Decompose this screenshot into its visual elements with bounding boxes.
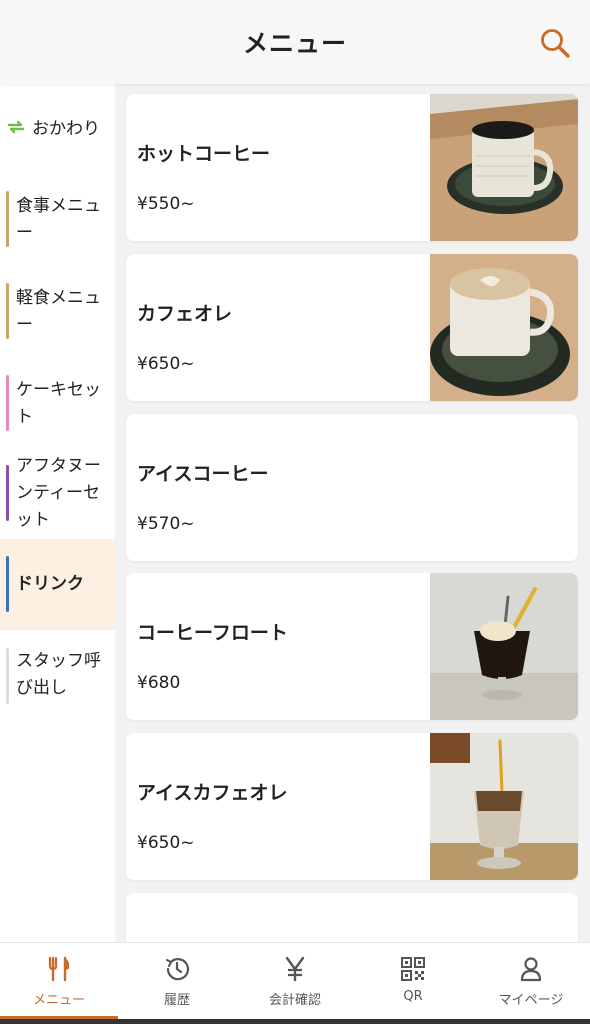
- item-name: カフェオレ: [137, 303, 233, 325]
- refill-label: おかわり: [32, 119, 100, 139]
- fork-knife-icon: [48, 956, 70, 982]
- tab-bill[interactable]: 会計確認: [236, 943, 354, 1024]
- item-name: アイスコーヒー: [137, 463, 269, 485]
- search-icon: [541, 29, 570, 58]
- menu-item-card[interactable]: アイスカフェオレ ¥650~: [126, 733, 578, 880]
- sidebar-item-label: ドリンク: [16, 574, 84, 594]
- item-name: アイスカフェオレ: [137, 782, 288, 804]
- item-price: ¥550~: [137, 194, 195, 214]
- sidebar-item-label: 食事メニュー: [16, 196, 101, 243]
- menu-item-card[interactable]: アイスコーヒー ¥570~: [126, 414, 578, 561]
- category-color-bar: [6, 648, 9, 704]
- sidebar-item-call-staff[interactable]: スタッフ呼び出し: [0, 630, 115, 722]
- menu-item-card[interactable]: [126, 893, 578, 942]
- category-color-bar: [6, 283, 9, 339]
- item-price: ¥570~: [137, 514, 195, 534]
- tab-label: 履歴: [163, 993, 190, 1008]
- person-icon: [520, 957, 542, 982]
- tab-menu[interactable]: メニュー: [0, 943, 118, 1024]
- refill-arrows-icon: [7, 120, 25, 133]
- sidebar-item-drinks[interactable]: ドリンク: [0, 539, 115, 630]
- search-button[interactable]: [538, 26, 572, 60]
- tab-label: QR: [403, 989, 423, 1004]
- category-color-bar: [6, 191, 9, 247]
- tab-label: 会計確認: [268, 993, 321, 1008]
- category-color-bar: [6, 465, 9, 521]
- menu-item-list: ホットコーヒー ¥550~ カフェオレ ¥650~ アイスコーヒー ¥570~ …: [115, 84, 590, 942]
- menu-item-card[interactable]: ホットコーヒー ¥550~: [126, 94, 578, 241]
- sidebar-item-label: ケーキセット: [16, 380, 101, 427]
- cafe-au-lait-photo: [430, 254, 578, 401]
- item-name: ホットコーヒー: [137, 143, 271, 165]
- item-price: ¥650~: [137, 833, 195, 853]
- sidebar-item-cake-set[interactable]: ケーキセット: [0, 359, 115, 451]
- history-icon: [166, 958, 190, 981]
- sidebar-item-label: アフタヌーンティーセット: [16, 456, 101, 530]
- category-sidebar: おかわり 食事メニュー 軽食メニュー ケーキセット アフタヌーンティーセット ド…: [0, 84, 115, 942]
- hot-coffee-photo: [430, 94, 578, 241]
- iced-cafe-au-lait-photo: [430, 733, 578, 880]
- qr-code-icon: [401, 957, 425, 981]
- tab-label: メニュー: [32, 993, 85, 1008]
- sidebar-item-afternoon-tea[interactable]: アフタヌーンティーセット: [0, 451, 115, 539]
- item-price: ¥680: [137, 673, 181, 693]
- page-title: メニュー: [242, 29, 347, 58]
- category-color-bar: [6, 375, 9, 431]
- yen-icon: [285, 956, 305, 981]
- sidebar-item-label: スタッフ呼び出し: [16, 651, 101, 698]
- refill-button[interactable]: おかわり: [6, 114, 100, 139]
- app-header: メニュー: [0, 0, 590, 84]
- item-name: コーヒーフロート: [137, 622, 288, 644]
- sidebar-item-label: 軽食メニュー: [16, 288, 101, 335]
- category-color-bar: [6, 556, 9, 612]
- tab-my-page[interactable]: マイページ: [472, 943, 590, 1024]
- menu-item-card[interactable]: カフェオレ ¥650~: [126, 254, 578, 401]
- menu-item-card[interactable]: コーヒーフロート ¥680: [126, 573, 578, 720]
- home-indicator: [0, 1019, 590, 1024]
- sidebar-item-light-meals[interactable]: 軽食メニュー: [0, 267, 115, 359]
- tab-qr[interactable]: QR: [354, 943, 472, 1024]
- tab-history[interactable]: 履歴: [118, 943, 236, 1024]
- item-price: ¥650~: [137, 354, 195, 374]
- bottom-tab-bar: メニュー 履歴 会計確認 QR マイページ: [0, 942, 590, 1024]
- sidebar-item-meals[interactable]: 食事メニュー: [0, 175, 115, 267]
- coffee-float-photo: [430, 573, 578, 720]
- tab-label: マイページ: [498, 993, 564, 1008]
